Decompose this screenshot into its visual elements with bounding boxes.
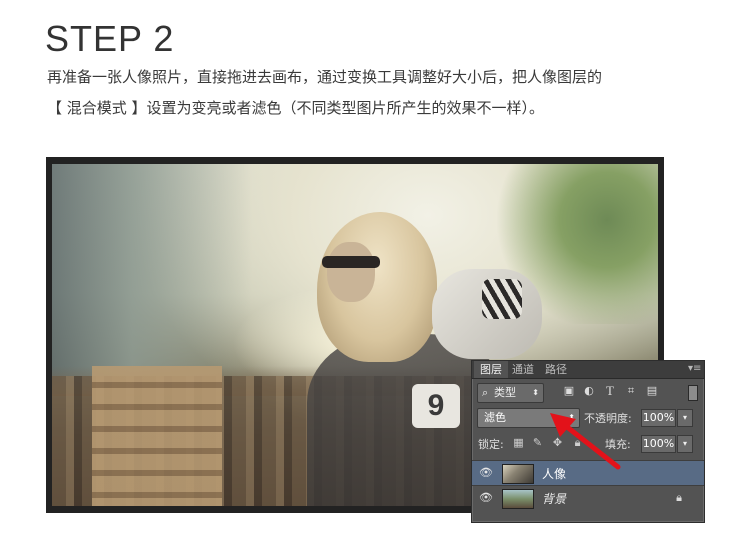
step-title: STEP 2 xyxy=(45,18,175,59)
red-arrow-annotation xyxy=(550,413,621,470)
lock-icon: 🔒︎ xyxy=(676,491,682,504)
filter-label: 类型 xyxy=(494,386,516,399)
search-icon: ⌕ xyxy=(482,386,489,399)
face xyxy=(327,242,375,302)
jacket-number: 9 xyxy=(412,384,460,428)
updown-icon: ⬍ xyxy=(532,388,539,397)
buildings-left xyxy=(52,164,252,394)
filter-toggle[interactable] xyxy=(688,385,698,401)
layer-thumbnail xyxy=(502,489,534,509)
lock-label: 锁定: xyxy=(478,438,504,451)
lock-transparent-icon[interactable]: ▦ xyxy=(512,436,525,450)
opacity-input[interactable]: 100% xyxy=(641,409,676,427)
layer-filter-select[interactable]: ⌕ 类型 ⬍ xyxy=(477,383,544,403)
sleeve-stripes xyxy=(482,279,522,319)
fill-dropdown-button[interactable]: ▾ xyxy=(677,435,693,453)
description-line-1: 再准备一张人像照片，直接拖进去画布，通过变换工具调整好大小后，把人像图层的 xyxy=(47,68,603,86)
fill-input[interactable]: 100% xyxy=(641,435,676,453)
description-line-2: 【 混合模式 】设置为变亮或者滤色（不同类型图片所产生的效果不一样）。 xyxy=(47,99,545,117)
panel-tabbar: 图层 通道 路径 ▾≡ xyxy=(472,361,704,379)
tab-channels[interactable]: 通道 xyxy=(506,361,540,378)
sunglasses xyxy=(322,256,380,268)
tab-layers[interactable]: 图层 xyxy=(474,361,508,378)
layer-thumbnail xyxy=(502,464,534,484)
opacity-dropdown-button[interactable]: ▾ xyxy=(677,409,693,427)
layer-row-background[interactable]: 👁︎ 背景 🔒︎ xyxy=(472,485,704,510)
stone-pillars xyxy=(92,366,222,506)
smart-object-icon[interactable]: ▤ xyxy=(645,384,659,398)
eye-icon[interactable]: 👁︎ xyxy=(479,466,493,480)
tab-paths[interactable]: 路径 xyxy=(539,361,573,378)
layer-name: 背景 xyxy=(542,492,567,506)
blend-mode-value: 滤色 xyxy=(484,411,506,424)
eye-icon[interactable]: 👁︎ xyxy=(479,491,493,505)
panel-menu-icon[interactable]: ▾≡ xyxy=(688,364,701,374)
